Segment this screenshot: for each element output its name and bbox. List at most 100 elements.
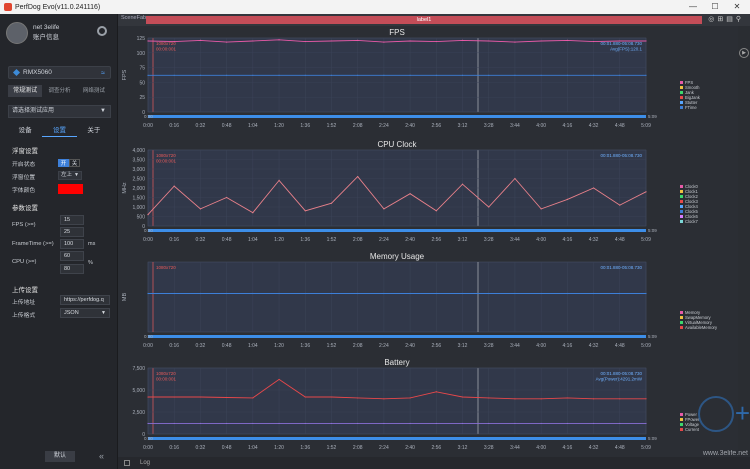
time-tick-label: 2:24	[379, 343, 389, 349]
time-range-slider	[148, 229, 646, 232]
data-point	[435, 40, 437, 43]
data-point	[409, 397, 411, 399]
chart-title: CPU Clock	[377, 140, 417, 149]
y-tick-label: 4,000	[132, 148, 145, 154]
legend-swatch	[680, 311, 683, 314]
app-select-value: 请选择测试应用	[12, 108, 55, 114]
data-point	[173, 292, 175, 295]
time-tick-label: 4:48	[615, 343, 625, 349]
y-tick-label: 7,500	[132, 366, 145, 372]
right-info-text: Avg(Power):4291.2mW	[596, 377, 643, 382]
time-tick-label: 0:48	[222, 445, 232, 451]
log-checkbox[interactable]	[124, 460, 130, 466]
data-point	[435, 210, 437, 212]
label-track[interactable]: label1	[146, 16, 702, 24]
time-tick-label: 2:08	[353, 343, 363, 349]
data-point	[147, 396, 149, 398]
data-point	[383, 398, 385, 400]
chevron-down-icon: ▼	[74, 172, 79, 178]
data-point	[566, 198, 568, 200]
time-tick-label: 2:40	[405, 237, 415, 243]
data-point	[383, 422, 385, 425]
cpu-input-1[interactable]: 60	[60, 251, 84, 261]
gear-icon[interactable]	[97, 26, 107, 36]
time-tick-label: 5:09	[641, 343, 651, 349]
data-point	[252, 397, 254, 399]
font-color-swatch[interactable]	[58, 184, 83, 194]
tab-network-test[interactable]: 网络测试	[77, 85, 111, 97]
tab-normal-test[interactable]: 常规测试	[8, 85, 43, 97]
data-point	[252, 292, 254, 295]
time-tick-label: 4:32	[589, 445, 599, 451]
data-point	[357, 176, 359, 178]
data-point	[226, 422, 228, 425]
time-tick-label: 0:32	[196, 123, 206, 129]
collapse-sidebar-icon[interactable]: «	[99, 451, 104, 461]
time-tick-label: 2:24	[379, 445, 389, 451]
frametime-input[interactable]: 100	[60, 239, 84, 249]
y-axis-label: MHz	[122, 182, 128, 194]
time-tick-label: 0:32	[196, 237, 206, 243]
data-point	[514, 422, 516, 425]
tab-analysis[interactable]: 调查分析	[42, 85, 76, 97]
scene-label[interactable]: SceneFab	[121, 15, 146, 21]
time-range-slider	[148, 335, 646, 338]
data-point	[199, 74, 202, 76]
data-point	[383, 41, 385, 43]
avatar[interactable]	[6, 22, 28, 44]
data-point	[304, 40, 306, 43]
fps-input-2[interactable]: 25	[60, 227, 84, 237]
float-switch[interactable]: 开 关	[58, 159, 80, 167]
data-point	[252, 40, 254, 42]
watermark-plus-icon: +	[734, 398, 750, 428]
legend-swatch	[680, 205, 683, 208]
minimize-button[interactable]: —	[682, 0, 704, 14]
chevron-down-icon: ▼	[100, 108, 106, 114]
data-point	[147, 40, 149, 42]
vertical-scrollbar[interactable]: ▶	[738, 26, 750, 456]
data-point	[566, 422, 568, 425]
data-point	[199, 396, 202, 398]
data-point	[461, 39, 464, 41]
fps-input-1[interactable]: 15	[60, 215, 84, 225]
tab-device[interactable]: 设备	[8, 125, 42, 137]
play-icon[interactable]: ▶	[739, 48, 749, 58]
data-point	[461, 74, 464, 76]
y-tick-label: 1,000	[132, 205, 145, 211]
tab-settings[interactable]: 设置	[42, 125, 77, 137]
data-point	[592, 398, 595, 400]
data-point	[435, 74, 437, 76]
data-point	[645, 398, 647, 400]
close-button[interactable]: ✕	[726, 0, 748, 14]
data-point	[199, 208, 202, 210]
account-info-link[interactable]: 账户信息	[33, 33, 59, 43]
tab-about[interactable]: 关于	[77, 125, 111, 137]
data-point	[488, 206, 490, 208]
device-select[interactable]: RMX5060 ≈	[8, 66, 111, 79]
device-name: RMX5060	[23, 69, 52, 76]
y-tick-label: 2,500	[132, 410, 145, 416]
data-point	[304, 74, 306, 76]
time-tick-label: 1:52	[327, 123, 337, 129]
app-select[interactable]: 请选择测试应用 ▼	[8, 105, 111, 118]
legend-swatch	[680, 316, 683, 319]
default-button[interactable]: 默认	[45, 451, 75, 462]
time-tick-label: 4:16	[563, 445, 573, 451]
data-point	[357, 422, 359, 425]
chart-fps: FPS 0:00 0:16 0:32 0:48 1:04 1:20 1:36 1:52 2:08 2…	[118, 26, 738, 136]
maximize-button[interactable]: ☐	[704, 0, 726, 14]
legend-swatch	[680, 91, 683, 94]
float-position-select[interactable]: 左上 ▼	[58, 171, 82, 180]
float-switch-on[interactable]: 开	[58, 159, 69, 167]
left-info-text: 00:00:001	[156, 159, 177, 164]
float-switch-off[interactable]: 关	[69, 159, 80, 167]
data-point	[226, 41, 228, 43]
cpu-input-2[interactable]: 80	[60, 264, 84, 274]
upload-addr-input[interactable]: https://perfdog.q	[60, 295, 110, 305]
time-range-slider	[148, 437, 646, 440]
toolbar-icons[interactable]: ◎⊞▤⚲	[708, 15, 744, 23]
left-info-text: 1080x720	[156, 153, 176, 158]
upload-format-select[interactable]: JSON ▼	[60, 308, 110, 318]
data-point	[304, 210, 306, 212]
time-tick-label: 1:36	[300, 343, 310, 349]
